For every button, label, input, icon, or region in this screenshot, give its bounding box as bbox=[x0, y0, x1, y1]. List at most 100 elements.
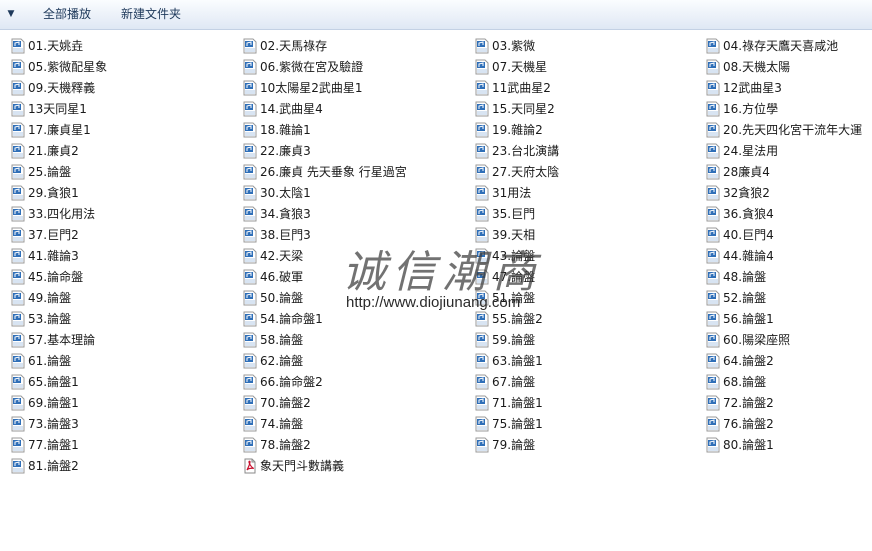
mp3-file-icon bbox=[705, 416, 721, 432]
mp3-file-icon bbox=[474, 143, 490, 159]
mp3-file-icon bbox=[10, 80, 26, 96]
file-name: 14.武曲星4 bbox=[260, 102, 323, 116]
mp3-file-icon bbox=[705, 395, 721, 411]
mp3-file-icon bbox=[474, 59, 490, 75]
file-name: 71.論盤1 bbox=[492, 396, 543, 410]
mp3-file-icon bbox=[474, 269, 490, 285]
file-name: 12武曲星3 bbox=[723, 81, 782, 95]
mp3-file-icon bbox=[474, 353, 490, 369]
file-name: 81.論盤2 bbox=[28, 459, 79, 473]
mp3-file-icon bbox=[474, 290, 490, 306]
mp3-file-icon bbox=[242, 374, 258, 390]
file-name: 08.天機太陽 bbox=[723, 60, 791, 74]
file-name: 19.雜論2 bbox=[492, 123, 543, 137]
mp3-file-icon bbox=[474, 416, 490, 432]
mp3-file-icon bbox=[242, 80, 258, 96]
file-name: 06.紫微在宮及驗證 bbox=[260, 60, 364, 74]
mp3-file-icon bbox=[705, 59, 721, 75]
file-name: 42.天梁 bbox=[260, 249, 304, 263]
file-name: 13天同星1 bbox=[28, 102, 87, 116]
organize-dropdown-arrow-icon[interactable]: ▼ bbox=[4, 0, 18, 29]
mp3-file-icon bbox=[474, 332, 490, 348]
file-name: 32貪狼2 bbox=[723, 186, 770, 200]
toolbar: ▼ 全部播放 新建文件夹 bbox=[0, 0, 872, 30]
file-name: 30.太陰1 bbox=[260, 186, 311, 200]
mp3-file-icon bbox=[242, 206, 258, 222]
file-name: 36.貪狼4 bbox=[723, 207, 774, 221]
file-name: 66.論命盤2 bbox=[260, 375, 323, 389]
mp3-file-icon bbox=[705, 38, 721, 54]
file-name: 47.論盤 bbox=[492, 270, 536, 284]
mp3-file-icon bbox=[474, 185, 490, 201]
file-name: 77.論盤1 bbox=[28, 438, 79, 452]
mp3-file-icon bbox=[705, 248, 721, 264]
mp3-file-icon bbox=[242, 59, 258, 75]
file-name: 64.論盤2 bbox=[723, 354, 774, 368]
mp3-file-icon bbox=[705, 290, 721, 306]
file-name: 59.論盤 bbox=[492, 333, 536, 347]
mp3-file-icon bbox=[705, 437, 721, 453]
play-all-button[interactable]: 全部播放 bbox=[43, 0, 91, 29]
mp3-file-icon bbox=[705, 227, 721, 243]
file-name: 31用法 bbox=[492, 186, 532, 200]
mp3-file-icon bbox=[242, 353, 258, 369]
mp3-file-icon bbox=[705, 101, 721, 117]
file-name: 23.台北演講 bbox=[492, 144, 560, 158]
file-name: 69.論盤1 bbox=[28, 396, 79, 410]
file-name: 39.天相 bbox=[492, 228, 536, 242]
file-name: 03.紫微 bbox=[492, 39, 536, 53]
file-name: 22.廉貞3 bbox=[260, 144, 311, 158]
mp3-file-icon bbox=[242, 101, 258, 117]
mp3-file-icon bbox=[10, 59, 26, 75]
mp3-file-icon bbox=[10, 290, 26, 306]
file-name: 79.論盤 bbox=[492, 438, 536, 452]
mp3-file-icon bbox=[10, 395, 26, 411]
file-name: 63.論盤1 bbox=[492, 354, 543, 368]
file-name: 09.天機釋義 bbox=[28, 81, 96, 95]
file-name: 28廉貞4 bbox=[723, 165, 770, 179]
new-folder-button[interactable]: 新建文件夹 bbox=[121, 0, 181, 29]
file-name: 76.論盤2 bbox=[723, 417, 774, 431]
mp3-file-icon bbox=[242, 416, 258, 432]
file-name: 58.論盤 bbox=[260, 333, 304, 347]
mp3-file-icon bbox=[705, 332, 721, 348]
mp3-file-icon bbox=[10, 38, 26, 54]
mp3-file-icon bbox=[705, 353, 721, 369]
mp3-file-icon bbox=[705, 80, 721, 96]
file-name: 62.論盤 bbox=[260, 354, 304, 368]
mp3-file-icon bbox=[242, 185, 258, 201]
mp3-file-icon bbox=[474, 122, 490, 138]
file-name: 25.論盤 bbox=[28, 165, 72, 179]
mp3-file-icon bbox=[705, 185, 721, 201]
mp3-file-icon bbox=[474, 395, 490, 411]
file-name: 72.論盤2 bbox=[723, 396, 774, 410]
file-name: 21.廉貞2 bbox=[28, 144, 79, 158]
file-name: 68.論盤 bbox=[723, 375, 767, 389]
file-name: 02.天馬祿存 bbox=[260, 39, 328, 53]
file-name: 24.星法用 bbox=[723, 144, 779, 158]
file-name: 55.論盤2 bbox=[492, 312, 543, 326]
file-name: 50.論盤 bbox=[260, 291, 304, 305]
mp3-file-icon bbox=[705, 206, 721, 222]
file-name: 01.天姚垚 bbox=[28, 39, 84, 53]
watermark: 诚信潮商 http://www.diojiunang.com bbox=[336, 236, 576, 316]
file-name: 29.貪狼1 bbox=[28, 186, 79, 200]
mp3-file-icon bbox=[474, 374, 490, 390]
file-name: 26.廉貞 先天垂象 行星過宮 bbox=[260, 165, 407, 179]
file-name: 10太陽星2武曲星1 bbox=[260, 81, 363, 95]
mp3-file-icon bbox=[10, 437, 26, 453]
mp3-file-icon bbox=[474, 38, 490, 54]
mp3-file-icon bbox=[474, 164, 490, 180]
file-name: 11武曲星2 bbox=[492, 81, 551, 95]
file-name: 78.論盤2 bbox=[260, 438, 311, 452]
mp3-file-icon bbox=[242, 290, 258, 306]
mp3-file-icon bbox=[705, 164, 721, 180]
mp3-file-icon bbox=[10, 101, 26, 117]
mp3-file-icon bbox=[242, 395, 258, 411]
mp3-file-icon bbox=[242, 227, 258, 243]
mp3-file-icon bbox=[474, 206, 490, 222]
mp3-file-icon bbox=[242, 164, 258, 180]
file-name: 49.論盤 bbox=[28, 291, 72, 305]
mp3-file-icon bbox=[10, 311, 26, 327]
mp3-file-icon bbox=[474, 437, 490, 453]
